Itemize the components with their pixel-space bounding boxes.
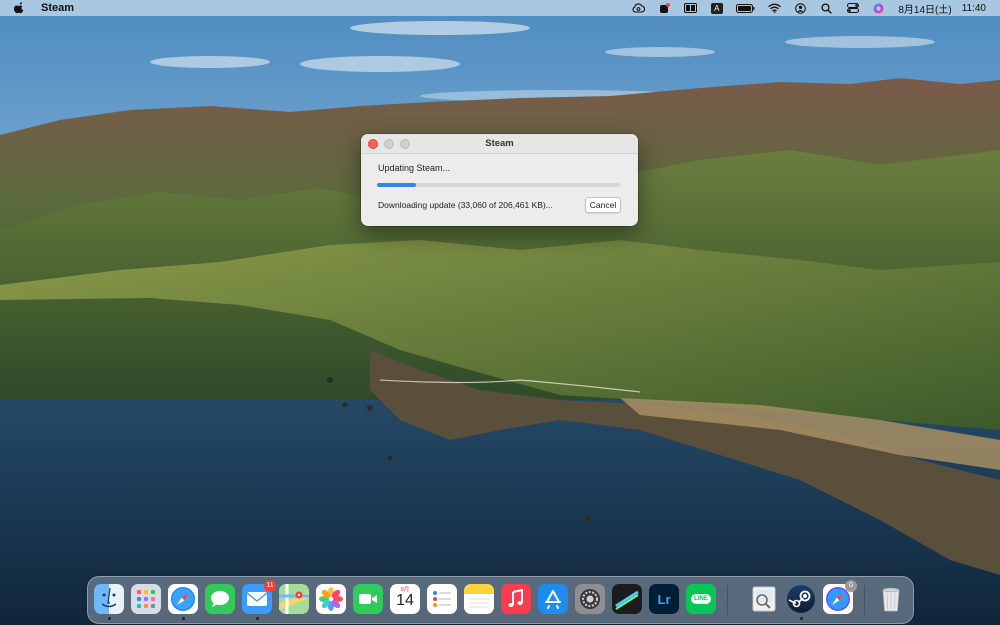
dock-separator bbox=[864, 585, 865, 615]
facetime-icon[interactable] bbox=[353, 584, 383, 614]
wifi-icon[interactable] bbox=[768, 3, 781, 14]
running-indicator bbox=[800, 617, 803, 620]
apple-menu-icon[interactable] bbox=[14, 2, 25, 14]
desktop-wallpaper bbox=[0, 0, 1000, 625]
input-method-label: A bbox=[710, 2, 723, 14]
cancel-button[interactable]: Cancel bbox=[585, 197, 621, 213]
photos-icon[interactable] bbox=[316, 584, 346, 614]
preview-icon[interactable] bbox=[749, 584, 779, 614]
music-icon[interactable] bbox=[501, 584, 531, 614]
spotlight-search-icon[interactable] bbox=[820, 2, 833, 14]
control-center-icon[interactable] bbox=[846, 3, 859, 14]
line-label: LINE bbox=[691, 594, 711, 604]
user-icon[interactable] bbox=[794, 2, 807, 14]
download-detail-text: Downloading update (33,060 of 206,461 KB… bbox=[378, 200, 553, 210]
reminders-icon[interactable] bbox=[427, 584, 457, 614]
notes-icon[interactable] bbox=[464, 584, 494, 614]
battery-icon[interactable] bbox=[736, 3, 755, 14]
steam-icon[interactable] bbox=[786, 584, 816, 620]
active-app-name[interactable]: Steam bbox=[41, 2, 74, 14]
launchpad-icon[interactable] bbox=[131, 584, 161, 614]
running-indicator bbox=[182, 617, 185, 620]
dialog-title: Steam bbox=[485, 138, 514, 149]
dock-separator bbox=[727, 585, 728, 615]
menubar-date[interactable]: 8月14日(土) bbox=[898, 1, 951, 16]
lightroom-label: Lr bbox=[657, 591, 671, 607]
safari-icon[interactable] bbox=[168, 584, 198, 620]
mail-badge: 11 bbox=[264, 580, 276, 592]
creative-cloud-icon[interactable] bbox=[632, 3, 646, 14]
messages-icon[interactable] bbox=[205, 584, 235, 614]
menubar-time[interactable]: 11:40 bbox=[962, 3, 986, 14]
siri-icon[interactable] bbox=[872, 3, 885, 14]
dock: 11 8月 14 Lr LINE 0 bbox=[87, 576, 914, 624]
safari-tp-badge: 0 bbox=[845, 580, 857, 592]
dialog-titlebar[interactable]: Steam bbox=[361, 134, 638, 154]
window-layout-icon[interactable] bbox=[684, 3, 698, 14]
trash-icon[interactable] bbox=[876, 584, 906, 614]
input-method-icon[interactable]: A bbox=[710, 2, 723, 14]
finder-icon[interactable] bbox=[94, 584, 124, 620]
final-cut-icon[interactable] bbox=[612, 584, 642, 614]
lightroom-icon[interactable]: Lr bbox=[649, 584, 679, 614]
update-progress-bar bbox=[377, 183, 620, 187]
update-status-text: Updating Steam... bbox=[378, 163, 451, 173]
safari-tp-icon[interactable]: 0 bbox=[823, 580, 857, 614]
calendar-day: 14 bbox=[396, 592, 414, 609]
calendar-icon[interactable]: 8月 14 bbox=[390, 584, 420, 614]
update-progress-fill bbox=[377, 183, 416, 187]
running-indicator bbox=[108, 617, 111, 620]
steam-update-dialog: Steam Updating Steam... Downloading upda… bbox=[361, 134, 638, 226]
running-indicator bbox=[256, 617, 259, 620]
line-icon[interactable]: LINE bbox=[686, 584, 716, 614]
system-preferences-icon[interactable] bbox=[575, 584, 605, 614]
menu-bar: Steam A 8月14日(土) 11:40 bbox=[0, 0, 1000, 16]
mail-icon[interactable]: 11 bbox=[242, 580, 276, 620]
maps-icon[interactable] bbox=[279, 584, 309, 614]
app-store-icon[interactable] bbox=[538, 584, 568, 614]
notification-app-icon[interactable] bbox=[658, 2, 671, 14]
